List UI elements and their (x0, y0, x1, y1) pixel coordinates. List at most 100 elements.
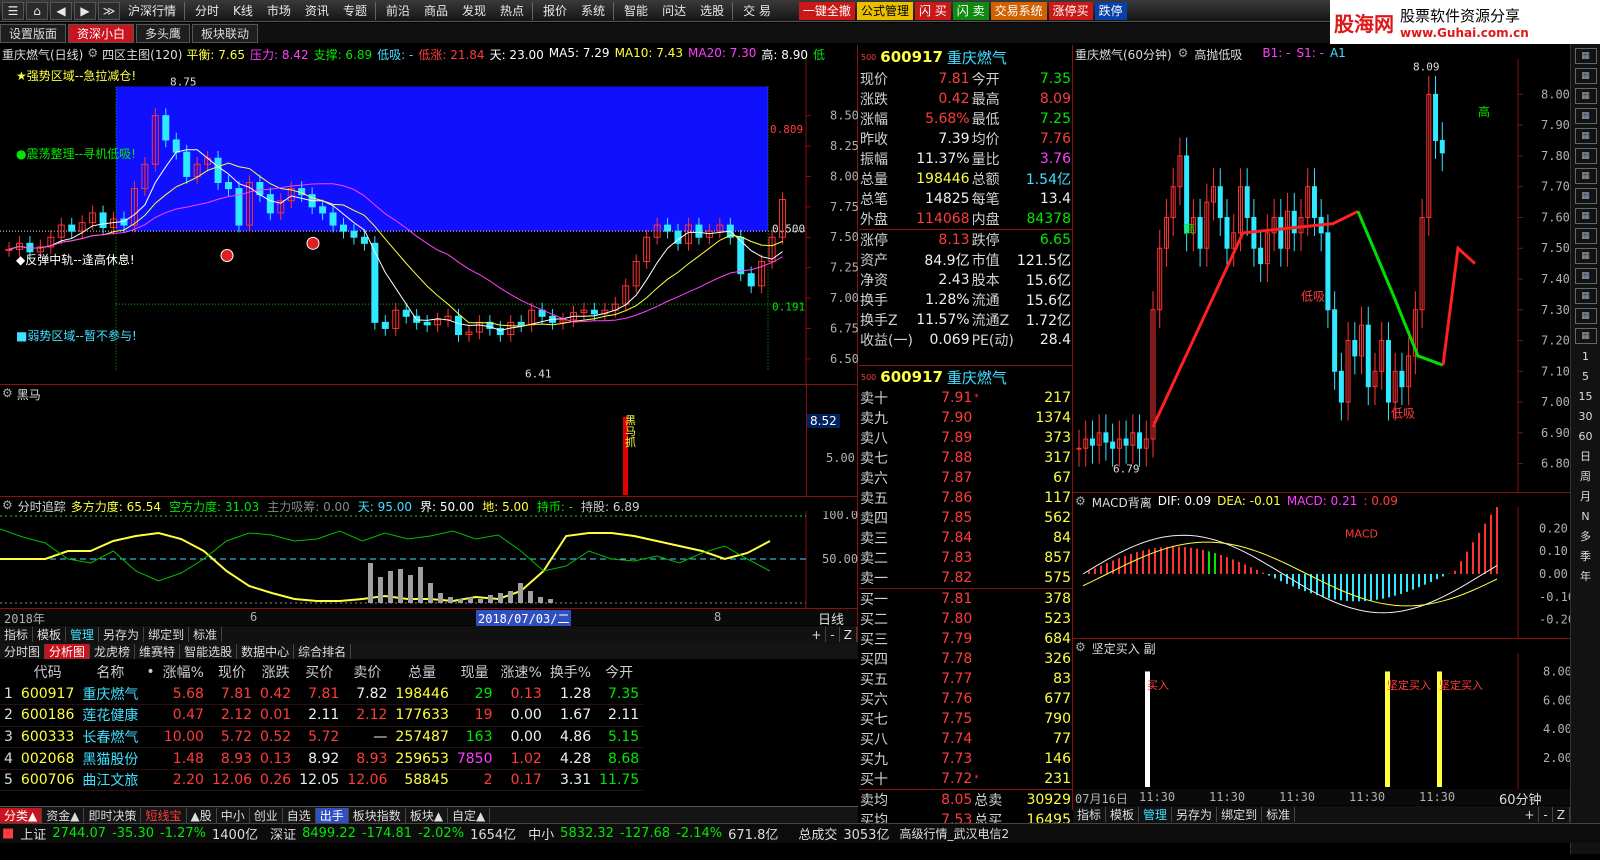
kline-icon[interactable]: ▦ (1574, 108, 1597, 124)
menu-item-fenshi[interactable]: 分时 (189, 2, 225, 20)
bid-row[interactable]: 买五 7.77 83 (859, 669, 1072, 689)
status-zx-label[interactable]: 中小 (528, 824, 554, 843)
candle-icon[interactable]: ▦ (1574, 128, 1597, 144)
period-button[interactable]: N (1575, 508, 1597, 524)
right-kline-canvas[interactable]: 8.00 7.90 7.80 7.70 7.60 7.50 7.40 7.30 7.20 7.10… (1073, 59, 1570, 493)
table-row[interactable]: 3 600333 长春燃气 10.00 5.72 0.52 5.72 — 257487 163 0.… (0, 726, 644, 748)
ask-row[interactable]: 卖八 7.89 373 (859, 428, 1072, 448)
period-button[interactable]: 15 (1575, 388, 1597, 404)
table-row[interactable]: 5 600706 曲江文旅 2.20 12.06 0.26 12.05 12.06 58845 2… (0, 769, 644, 791)
action-button[interactable]: 一键全撤 (798, 1, 855, 20)
action-button[interactable]: 跌停 (1094, 1, 1127, 20)
rtoolbar-manage[interactable]: 管理 (1139, 807, 1173, 822)
column-header[interactable]: 买价 (295, 661, 343, 683)
toolbar-template[interactable]: 模板 (33, 627, 67, 642)
period-button[interactable]: 30 (1575, 408, 1597, 424)
settings-icon[interactable]: ⚙ (2, 386, 13, 403)
ruler-icon[interactable]: ▦ (1574, 288, 1597, 304)
category-tab[interactable]: 出手 (315, 807, 349, 823)
fenshi-chart-canvas[interactable]: 100.0 50.00 (0, 511, 858, 609)
menu-toggle-icon[interactable]: ☰ (2, 1, 24, 20)
column-header[interactable]: 涨速% (497, 661, 546, 683)
ask-row[interactable]: 卖九 7.90 1374 (859, 408, 1072, 428)
status-sh-label[interactable]: 上证 (20, 824, 46, 843)
zoom-icon[interactable]: ▦ (1574, 228, 1597, 244)
category-tab[interactable]: 中小 (217, 807, 250, 823)
menu-item-system[interactable]: 系统 (575, 2, 611, 20)
category-tab[interactable]: 即时决策 (84, 807, 142, 823)
column-header[interactable]: 换手% (546, 661, 595, 683)
zoom-out-icon[interactable]: - (826, 627, 840, 642)
category-tab[interactable]: 创业 (250, 807, 283, 823)
tab-senior-novice[interactable]: 资深小白 (68, 23, 135, 43)
period-button[interactable]: 年 (1575, 568, 1597, 584)
column-header[interactable]: 总量 (391, 661, 452, 683)
column-header[interactable]: 代码 (17, 661, 78, 683)
column-header[interactable]: 现量 (453, 661, 497, 683)
category-tab[interactable]: 自选 (283, 807, 316, 823)
column-header[interactable] (0, 661, 17, 683)
zoom-reset-icon[interactable]: Z (840, 627, 857, 642)
bid-row[interactable]: 买一 7.81 378 (859, 589, 1072, 610)
ask-row[interactable]: 卖七 7.88 317 (859, 448, 1072, 468)
forward-icon[interactable]: ▶ (74, 1, 96, 20)
menu-item-ask[interactable]: 问达 (656, 2, 692, 20)
zoom-out-icon[interactable]: - (1539, 807, 1553, 822)
home-icon[interactable]: ⌂ (26, 1, 48, 20)
back-icon[interactable]: ◀ (50, 1, 72, 20)
table-row[interactable]: 2 600186 莲花健康 0.47 2.12 0.01 2.11 2.12 177633 19 0… (0, 705, 644, 727)
period-button[interactable]: 多 (1575, 528, 1597, 544)
category-tab[interactable]: 短线宝 (141, 807, 187, 823)
column-header[interactable]: • (142, 661, 158, 683)
ask-row[interactable]: 卖四 7.85 562 (859, 508, 1072, 528)
tab-ranking[interactable]: 综合排名 (294, 643, 352, 659)
period-button[interactable]: 日 (1575, 448, 1597, 464)
bar-icon[interactable]: ▦ (1574, 88, 1597, 104)
menu-item-hushen[interactable]: 沪深行情 (122, 2, 182, 20)
grid-icon[interactable]: ▦ (1574, 48, 1597, 64)
column-header[interactable]: 涨跌 (256, 661, 295, 683)
status-sz-label[interactable]: 深证 (270, 824, 296, 843)
tab-smart-select[interactable]: 智能选股 (180, 643, 238, 659)
tab-bull-eagle[interactable]: 多头鹰 (136, 23, 191, 43)
jianding-canvas[interactable]: 8.00 6.00 4.00 2.00 买入 坚定买入 坚定买入 (1073, 653, 1570, 789)
rtoolbar-template[interactable]: 模板 (1106, 807, 1140, 822)
tab-settings-layout[interactable]: 设置版面 (0, 23, 67, 43)
period-button[interactable]: 1 (1575, 348, 1597, 364)
column-header[interactable]: 今开 (595, 661, 643, 683)
period-button[interactable]: 周 (1575, 468, 1597, 484)
menu-item-commodity[interactable]: 商品 (418, 2, 454, 20)
menu-item-hot[interactable]: 热点 (494, 2, 530, 20)
column-header[interactable]: 涨幅% (159, 661, 208, 683)
rtoolbar-standard[interactable]: 标准 (1262, 807, 1296, 822)
tab-weisaite[interactable]: 维赛特 (135, 643, 181, 659)
category-tab[interactable]: 板块指数 (349, 807, 406, 823)
menu-item-select[interactable]: 选股 (694, 2, 730, 20)
action-button[interactable]: 交易系统 (990, 1, 1047, 20)
tab-fenxitu[interactable]: 分析图 (45, 643, 91, 659)
table-row[interactable]: 1 600917 重庆燃气 5.68 7.81 0.42 7.81 7.82 198446 29 0… (0, 683, 644, 705)
bid-row[interactable]: 买六 7.76 677 (859, 689, 1072, 709)
category-tab[interactable]: 自定▲ (448, 807, 491, 823)
bid-row[interactable]: 买九 7.73 146 (859, 749, 1072, 769)
menu-item-news[interactable]: 资讯 (299, 2, 335, 20)
menu-item-quote[interactable]: 报价 (537, 2, 573, 20)
action-button[interactable]: 涨停买 (1048, 1, 1093, 20)
menu-item-topic[interactable]: 专题 (337, 2, 373, 20)
period-button[interactable]: 60 (1575, 428, 1597, 444)
period-button[interactable]: 季 (1575, 548, 1597, 564)
bid-row[interactable]: 买二 7.80 523 (859, 609, 1072, 629)
toolbar-standard[interactable]: 标准 (189, 627, 223, 642)
tab-longhubang[interactable]: 龙虎榜 (90, 643, 136, 659)
menu-item-discover[interactable]: 发现 (456, 2, 492, 20)
action-button[interactable]: 公式管理 (856, 1, 913, 20)
bid-row[interactable]: 买七 7.75 790 (859, 709, 1072, 729)
ask-row[interactable]: 卖十 7.91 * 217 (859, 388, 1072, 408)
status-server[interactable]: 高级行情_武汉电信2 (899, 825, 1009, 842)
zoom-in-icon[interactable]: + (1520, 807, 1540, 822)
chart-icon[interactable]: ▦ (1574, 208, 1597, 224)
line-icon[interactable]: ▦ (1574, 68, 1597, 84)
zoom-reset-icon[interactable]: Z (1553, 807, 1570, 822)
menu-item-smart[interactable]: 智能 (618, 2, 654, 20)
arrows-icon[interactable]: ▦ (1574, 268, 1597, 284)
